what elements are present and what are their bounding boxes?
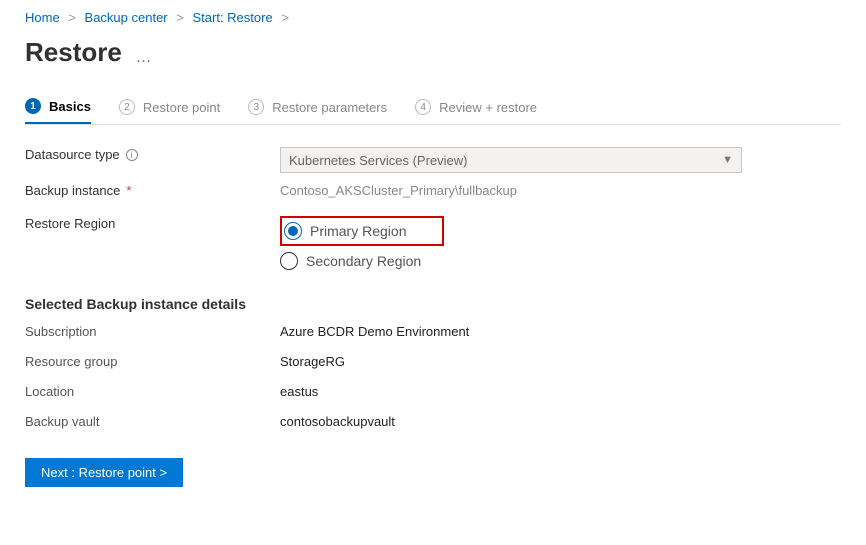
- next-button[interactable]: Next : Restore point >: [25, 458, 183, 487]
- datasource-type-label: Datasource type i: [25, 147, 280, 162]
- tab-label: Restore parameters: [272, 100, 387, 115]
- detail-label: Resource group: [25, 354, 280, 369]
- breadcrumb: Home > Backup center > Start: Restore >: [25, 10, 841, 25]
- radio-icon: [284, 222, 302, 240]
- detail-row-location: Location eastus: [25, 384, 841, 399]
- tab-label: Basics: [49, 99, 91, 114]
- more-icon[interactable]: …: [135, 49, 151, 66]
- tab-number: 2: [119, 99, 135, 115]
- detail-label: Subscription: [25, 324, 280, 339]
- chevron-right-icon: >: [176, 10, 184, 25]
- restore-region-label: Restore Region: [25, 216, 280, 231]
- required-indicator: *: [126, 183, 131, 198]
- detail-label: Location: [25, 384, 280, 399]
- detail-row-backup-vault: Backup vault contosobackupvault: [25, 414, 841, 429]
- tab-label: Review + restore: [439, 100, 537, 115]
- detail-label: Backup vault: [25, 414, 280, 429]
- tab-number: 1: [25, 98, 41, 114]
- chevron-down-icon: ▼: [722, 154, 733, 166]
- tab-number: 4: [415, 99, 431, 115]
- wizard-tabs: 1 Basics 2 Restore point 3 Restore param…: [25, 98, 841, 125]
- detail-row-subscription: Subscription Azure BCDR Demo Environment: [25, 324, 841, 339]
- tab-restore-parameters[interactable]: 3 Restore parameters: [248, 98, 387, 124]
- detail-value: contosobackupvault: [280, 414, 395, 429]
- datasource-type-dropdown[interactable]: Kubernetes Services (Preview) ▼: [280, 147, 742, 173]
- detail-value: Azure BCDR Demo Environment: [280, 324, 469, 339]
- radio-icon: [280, 252, 298, 270]
- breadcrumb-link-backup-center[interactable]: Backup center: [85, 10, 168, 25]
- tab-basics[interactable]: 1 Basics: [25, 98, 91, 124]
- chevron-right-icon: >: [68, 10, 76, 25]
- backup-instance-label: Backup instance *: [25, 183, 280, 198]
- tab-number: 3: [248, 99, 264, 115]
- radio-primary-region[interactable]: Primary Region: [284, 222, 406, 240]
- detail-row-resource-group: Resource group StorageRG: [25, 354, 841, 369]
- tab-label: Restore point: [143, 100, 220, 115]
- details-heading: Selected Backup instance details: [25, 296, 841, 312]
- dropdown-value: Kubernetes Services (Preview): [289, 153, 467, 168]
- breadcrumb-link-start-restore[interactable]: Start: Restore: [192, 10, 272, 25]
- breadcrumb-link-home[interactable]: Home: [25, 10, 60, 25]
- highlight-box: Primary Region: [280, 216, 444, 246]
- detail-value: StorageRG: [280, 354, 345, 369]
- tab-review-restore[interactable]: 4 Review + restore: [415, 98, 537, 124]
- detail-value: eastus: [280, 384, 318, 399]
- radio-label: Secondary Region: [306, 253, 421, 269]
- chevron-right-icon: >: [281, 10, 289, 25]
- page-title: Restore: [25, 37, 122, 68]
- info-icon[interactable]: i: [126, 149, 138, 161]
- backup-instance-value: Contoso_AKSCluster_Primary\fullbackup: [280, 183, 841, 198]
- tab-restore-point[interactable]: 2 Restore point: [119, 98, 220, 124]
- radio-label: Primary Region: [310, 223, 406, 239]
- radio-secondary-region[interactable]: Secondary Region: [280, 252, 841, 270]
